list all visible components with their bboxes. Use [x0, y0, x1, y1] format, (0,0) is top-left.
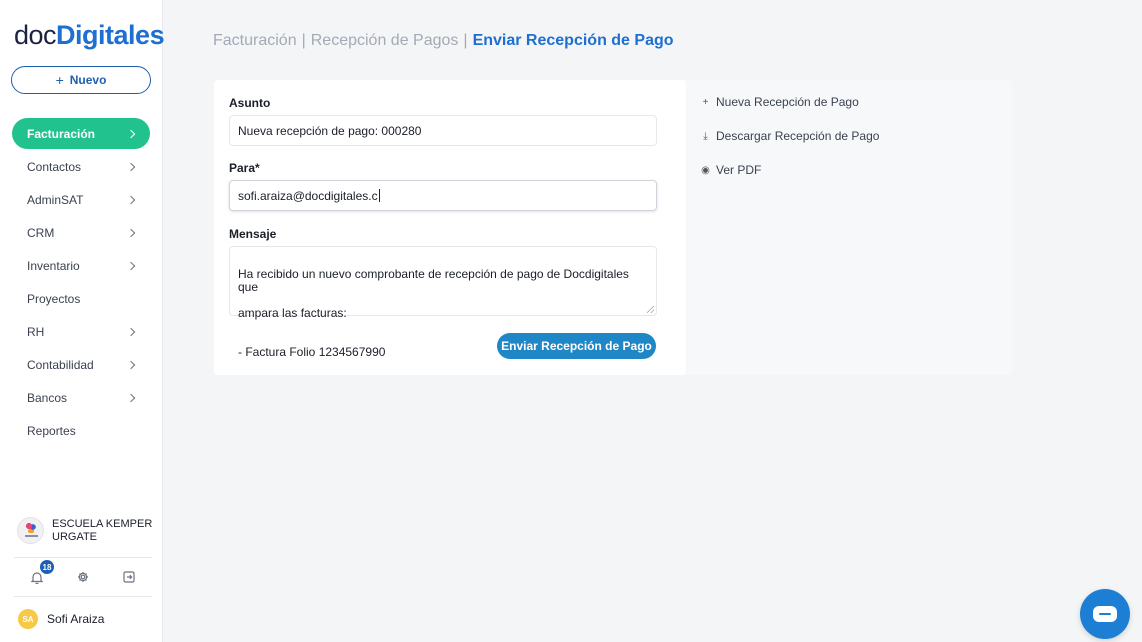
bell-icon: [31, 571, 43, 584]
logout-icon: [123, 571, 135, 583]
sidebar-item-proyectos[interactable]: Proyectos: [12, 283, 150, 314]
breadcrumb-separator: |: [301, 32, 306, 49]
organization-switcher[interactable]: ESCUELA KEMPER URGATE: [17, 517, 153, 544]
subject-label: Asunto: [229, 96, 271, 110]
breadcrumb: Facturación | Recepción de Pagos | Enviar Re…: [213, 32, 674, 50]
breadcrumb-recepcion-de-pagos[interactable]: Recepción de Pagos: [311, 32, 459, 49]
sidebar-item-label: Contabilidad: [27, 357, 94, 372]
text-caret: [378, 189, 380, 202]
new-button[interactable]: + Nuevo: [11, 66, 151, 94]
sidebar-item-label: Inventario: [27, 258, 80, 273]
breadcrumb-separator: |: [463, 32, 468, 49]
sidebar-item-label: AdminSAT: [27, 192, 84, 207]
organization-name: ESCUELA KEMPER URGATE: [52, 517, 153, 543]
notification-count-badge: 18: [40, 560, 54, 574]
sidebar-item-label: Proyectos: [27, 291, 81, 306]
action-label: Nueva Recepción de Pago: [716, 95, 859, 109]
settings-button[interactable]: [75, 569, 91, 585]
eye-icon: ◉: [701, 164, 710, 176]
to-email-input-value: sofi.araiza@docdigitales.c: [238, 188, 378, 203]
sidebar-item-label: Facturación: [27, 126, 96, 141]
sidebar-item-label: Contactos: [27, 159, 82, 174]
avatar: SA: [18, 609, 38, 629]
message-line: ampara las facturas:: [238, 306, 347, 320]
view-pdf-action[interactable]: ◉ Ver PDF: [701, 163, 879, 177]
chevron-right-icon: [126, 195, 136, 204]
sidebar-item-contabilidad[interactable]: Contabilidad: [12, 349, 150, 380]
sidebar-item-label: CRM: [27, 225, 55, 240]
email-form: Asunto Nueva recepción de pago: 000280 P…: [214, 80, 686, 375]
subject-input[interactable]: Nueva recepción de pago: 000280: [229, 115, 657, 146]
sidebar-item-crm[interactable]: CRM: [12, 217, 150, 248]
message-line: Ha recibido un nuevo comprobante de rece…: [238, 267, 629, 294]
message-label: Mensaje: [229, 227, 277, 241]
subject-input-value: Nueva recepción de pago: 000280: [238, 123, 422, 138]
utility-bar: 18: [14, 560, 152, 590]
sidebar-item-reportes[interactable]: Reportes: [12, 415, 150, 446]
sidebar-item-label: Reportes: [27, 423, 76, 438]
resize-handle[interactable]: [647, 306, 654, 313]
sidebar: docDigitales + Nuevo Facturación Contact…: [0, 0, 165, 642]
gear-icon: [78, 572, 88, 582]
send-payment-receipt-button[interactable]: Enviar Recepción de Pago: [497, 333, 656, 359]
chevron-right-icon: [126, 360, 136, 369]
to-email-input[interactable]: sofi.araiza@docdigitales.c: [229, 180, 657, 211]
sidebar-item-rh[interactable]: RH: [12, 316, 150, 347]
message-textarea[interactable]: Ha recibido un nuevo comprobante de rece…: [229, 246, 657, 359]
sidebar-item-contactos[interactable]: Contactos: [12, 151, 150, 182]
download-icon: ⤓: [703, 130, 708, 142]
send-payment-receipt-card: Asunto Nueva recepción de pago: 000280 P…: [214, 80, 1012, 375]
plus-icon: +: [702, 96, 709, 108]
new-button-label: Nuevo: [69, 73, 107, 87]
sidebar-item-adminsat[interactable]: AdminSAT: [12, 184, 150, 215]
notifications-button[interactable]: 18: [29, 560, 54, 585]
divider: [14, 557, 152, 558]
chat-widget-button[interactable]: [1080, 589, 1130, 639]
sidebar-nav: Facturación Contactos AdminSAT CRM Inven…: [12, 118, 150, 448]
sidebar-item-inventario[interactable]: Inventario: [12, 250, 150, 281]
download-payment-receipt-action[interactable]: ⤓ Descargar Recepción de Pago: [701, 129, 879, 143]
sidebar-item-facturacion[interactable]: Facturación: [12, 118, 150, 149]
chevron-right-icon: [126, 261, 136, 270]
chevron-right-icon: [126, 393, 136, 402]
chevron-right-icon: [126, 228, 136, 237]
divider: [14, 596, 152, 597]
to-label: Para*: [229, 161, 260, 175]
sidebar-item-bancos[interactable]: Bancos: [12, 382, 150, 413]
logo-part-digitales: Digitales: [56, 20, 165, 50]
chevron-right-icon: [126, 129, 136, 138]
organization-logo: [17, 517, 44, 544]
plus-icon: +: [55, 72, 64, 88]
sidebar-item-label: Bancos: [27, 390, 68, 405]
app-logo[interactable]: docDigitales: [14, 20, 165, 51]
action-label: Ver PDF: [716, 163, 762, 177]
breadcrumb-facturacion[interactable]: Facturación: [213, 32, 297, 49]
chevron-right-icon: [126, 162, 136, 171]
page-title: Enviar Recepción de Pago: [472, 32, 674, 49]
sidebar-item-label: RH: [27, 324, 45, 339]
actions-panel: + Nueva Recepción de Pago ⤓ Descargar Re…: [701, 95, 879, 197]
chevron-right-icon: [126, 327, 136, 336]
user-name: Sofi Araiza: [47, 612, 105, 626]
new-payment-receipt-action[interactable]: + Nueva Recepción de Pago: [701, 95, 879, 109]
user-profile[interactable]: SA Sofi Araiza: [18, 609, 104, 629]
logout-button[interactable]: [121, 569, 137, 585]
logo-part-doc: doc: [14, 20, 57, 50]
chat-bubble-icon: [1093, 606, 1117, 622]
action-label: Descargar Recepción de Pago: [716, 129, 880, 143]
